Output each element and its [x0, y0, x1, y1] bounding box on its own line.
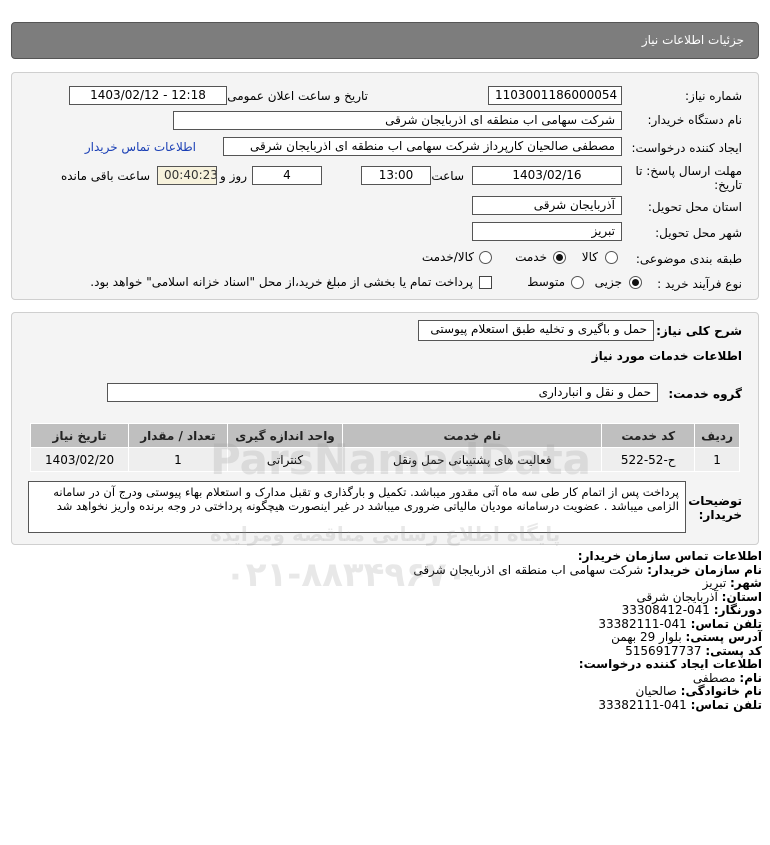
buyer-notes-label: توضیحات [688, 494, 742, 508]
page-title: جزئيات اطلاعات نیاز [11, 22, 759, 59]
category-option-service: خدمت [515, 250, 547, 264]
contact-fax-value: 041-33308412 [621, 603, 710, 617]
cell-service-name: فعالیت های پشتیبانی حمل ونقل [342, 447, 603, 472]
creator-family-value: صالحیان [635, 684, 677, 698]
remaining-time-field: 00:40:23 [157, 166, 217, 185]
process-option-medium: متوسط [527, 275, 565, 289]
contact-heading: اطلاعات تماس سازمان خریدار: [577, 549, 762, 563]
deadline-time-field[interactable]: 13:00 [361, 166, 431, 185]
remaining-label: ساعت باقی مانده [60, 169, 150, 183]
contact-postal-value: 5156917737 [625, 643, 702, 658]
contact-address-label: آدرس پستی: [685, 630, 762, 644]
announce-datetime-label: تاریخ و ساعت اعلان عمومی: [223, 89, 368, 103]
city-label: شهر محل تحویل: [655, 226, 742, 240]
table-row: 1 ح-52-522 فعالیت های پشتیبانی حمل ونقل … [29, 447, 740, 472]
need-number-label: شماره نیاز: [685, 89, 742, 103]
col-service-code: کد خدمت [601, 423, 696, 448]
province-label: استان محل تحویل: [647, 200, 742, 214]
buyer-notes-field: پرداخت پس از اتمام کار طی سه ماه آتی مقد… [28, 481, 686, 533]
city-field[interactable]: تبریز [472, 222, 622, 241]
services-table: ردیف کد خدمت نام خدمت واحد اندازه گیری ت… [29, 423, 740, 472]
services-heading: اطلاعات خدمات مورد نیاز [591, 349, 742, 363]
service-group-label: گروه خدمت: [668, 387, 742, 401]
creator-phone-label: تلفن تماس: [690, 697, 762, 712]
time-label: ساعت [431, 169, 464, 183]
announce-datetime-field[interactable]: 1403/02/12 - 12:18 [69, 86, 227, 105]
contact-org-label: نام سازمان خریدار: [647, 562, 762, 577]
contact-fax-label: دورنگار: [713, 603, 762, 617]
cell-need-date: 1403/02/20 [29, 447, 130, 472]
col-service-name: نام خدمت [342, 423, 603, 448]
days-label: روز و [220, 169, 247, 183]
category-radio-goods-service[interactable] [479, 251, 492, 264]
buyer-contact-section: اطلاعات تماس سازمان خریدار: نام سازمان خ… [162, 549, 762, 712]
buyer-org-field[interactable]: شرکت سهامی اب منطقه ای اذربایجان شرقی [173, 111, 622, 130]
need-details-page: جزئيات اطلاعات نیاز شماره نیاز: 11030011… [0, 0, 770, 845]
days-field[interactable]: 4 [252, 166, 322, 185]
creator-field[interactable]: مصطفی صالحیان کارپرداز شرکت سهامی اب منط… [223, 137, 622, 156]
col-row-number: ردیف [694, 423, 740, 448]
contact-postal-label: کد پستی: [705, 643, 762, 658]
process-option-minor: جزیی [594, 275, 622, 289]
col-need-date: تاریخ نیاز [29, 423, 130, 448]
treasury-payment-checkbox[interactable] [479, 276, 492, 289]
process-radio-minor[interactable] [629, 276, 642, 289]
buyer-org-label: نام دستگاه خریدار: [647, 113, 743, 127]
general-desc-label: شرح کلی نیاز: [656, 324, 742, 338]
cell-unit: کنتراتی [226, 447, 344, 472]
creator-info-heading: اطلاعات ایجاد کننده درخواست: [578, 657, 762, 671]
table-header-row: ردیف کد خدمت نام خدمت واحد اندازه گیری ت… [29, 423, 740, 448]
treasury-payment-text: پرداخت تمام یا بخشی از مبلغ خرید،از محل … [90, 275, 473, 289]
need-number-field[interactable]: 1103001186000054 [488, 86, 622, 105]
col-quantity: تعداد / مقدار [128, 423, 228, 448]
col-unit: واحد اندازه گیری [226, 423, 344, 448]
contact-address-value: بلوار 29 بهمن [611, 630, 682, 644]
contact-province-label: استان: [721, 589, 762, 604]
buyer-contact-link[interactable]: اطلاعات تماس خریدار [85, 140, 196, 154]
deadline-label: مهلت ارسال پاسخ: تا [635, 164, 742, 178]
contact-phone-value: 041-33382111 [598, 616, 687, 631]
category-label: طبقه بندی موضوعی: [635, 252, 742, 266]
contact-city-label: شهر: [730, 576, 762, 590]
category-radio-service[interactable] [553, 251, 566, 264]
category-option-goods: کالا [581, 250, 598, 264]
contact-org-value: شرکت سهامی اب منطقه ای اذربایجان شرقی [413, 562, 644, 577]
buyer-notes-label-2: خریدار: [698, 508, 742, 522]
contact-phone-label: تلفن تماس: [690, 616, 762, 631]
contact-province-value: آذربایجان شرقی [636, 589, 718, 604]
process-radio-medium[interactable] [571, 276, 584, 289]
creator-phone-value: 041-33382111 [598, 697, 687, 712]
cell-service-code: ح-52-522 [601, 447, 696, 472]
deadline-date-field[interactable]: 1403/02/16 [472, 166, 622, 185]
creator-name-label: نام: [739, 670, 762, 685]
service-group-field: حمل و نقل و انبارداری [107, 383, 658, 402]
contact-city-value: تبریز [702, 576, 727, 590]
category-radio-goods[interactable] [605, 251, 618, 264]
deadline-date-label: تاریخ: [714, 178, 742, 192]
cell-row-number: 1 [694, 447, 740, 472]
cell-quantity: 1 [128, 447, 228, 472]
creator-name-value: مصطفی [692, 670, 736, 685]
province-field[interactable]: آذربایجان شرقی [472, 196, 622, 215]
process-label: نوع فرآیند خرید : [657, 277, 742, 291]
creator-label: ایجاد کننده درخواست: [631, 141, 742, 155]
creator-family-label: نام خانوادگی: [680, 684, 762, 698]
general-desc-field: حمل و باگیری و تخلیه طبق استعلام پیوستی [418, 320, 654, 341]
category-option-goods-service: کالا/خدمت [421, 250, 474, 264]
